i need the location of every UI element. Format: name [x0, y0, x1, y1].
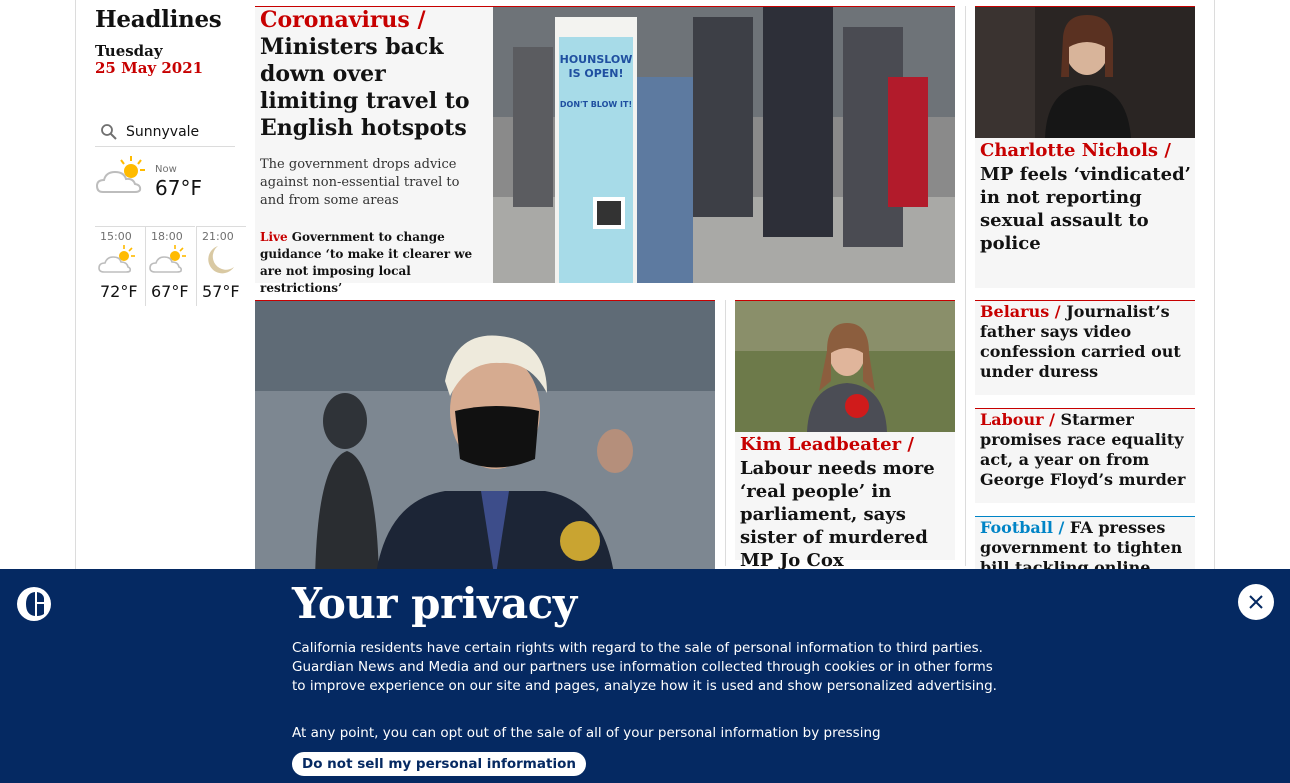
story-kicker[interactable]: Charlotte Nichols /: [980, 140, 1171, 161]
side-story-card[interactable]: Labour / Starmer promises race equality …: [975, 408, 1195, 503]
live-label: Live: [260, 230, 288, 244]
weather-now-label: Now: [155, 164, 177, 175]
story-headline[interactable]: MP feels ‘vindicated’ in not reporting s…: [980, 163, 1192, 255]
column-divider-2: [725, 300, 726, 566]
lead-live-link[interactable]: Live Government to change guidance ‘to m…: [260, 229, 488, 297]
forecast-item: 15:00 72°F: [95, 226, 145, 306]
side-story-kicker: Labour /: [980, 410, 1055, 429]
weather-now: Now 67°F: [95, 152, 235, 224]
rail-date: 25 May 2021: [95, 59, 204, 77]
story-kicker[interactable]: Kim Leadbeater /: [740, 434, 914, 455]
side-story-card[interactable]: Belarus / Journalist’s father says video…: [975, 300, 1195, 395]
story-headline[interactable]: Labour needs more ‘real people’ in parli…: [740, 457, 952, 572]
forecast-temp: 72°F: [100, 282, 138, 301]
column-divider: [965, 6, 966, 566]
privacy-title: Your privacy: [292, 579, 577, 628]
close-button[interactable]: [1238, 584, 1274, 620]
lead-standfirst: The government drops advice against non-…: [260, 157, 460, 208]
story-image[interactable]: [975, 7, 1195, 138]
partly-cloudy-icon: [95, 156, 145, 193]
close-icon: [1249, 595, 1263, 609]
partly-sunny-icon: [98, 245, 135, 273]
weather-now-temp: 67°F: [155, 176, 202, 200]
side-story-kicker: Belarus /: [980, 302, 1061, 321]
forecast-time: 15:00: [100, 230, 132, 243]
weather-location-text: Sunnyvale: [126, 123, 200, 140]
forecast-time: 21:00: [202, 230, 234, 243]
partly-sunny-icon: [149, 245, 186, 273]
moon-icon: [208, 246, 234, 274]
rail-day: Tuesday: [95, 42, 163, 60]
weather-location-search[interactable]: Sunnyvale: [95, 117, 235, 147]
forecast-temp: 57°F: [202, 282, 240, 301]
guardian-logo-icon: [17, 587, 51, 621]
lead-image[interactable]: HOUNSLOW IS OPEN! DON'T BLOW IT!: [493, 7, 955, 283]
section-title: Headlines: [95, 6, 222, 33]
sign-line-1: HOUNSLOW: [560, 53, 633, 66]
side-story-text[interactable]: Belarus / Journalist’s father says video…: [980, 302, 1192, 382]
forecast-temp: 67°F: [151, 282, 189, 301]
lead-kicker[interactable]: Coronavirus /: [260, 7, 426, 33]
story-image[interactable]: [735, 301, 955, 432]
privacy-body: California residents have certain rights…: [292, 640, 997, 694]
story-image-large[interactable]: [255, 300, 715, 580]
sign-line-3: DON'T BLOW IT!: [560, 100, 632, 109]
forecast-time: 18:00: [151, 230, 183, 243]
privacy-banner: Your privacy California residents have c…: [0, 569, 1290, 783]
privacy-optout-text: At any point, you can opt out of the sal…: [292, 725, 881, 741]
forecast-item: 21:00 57°F: [196, 226, 246, 306]
sign-line-2: IS OPEN!: [569, 67, 624, 80]
side-story-kicker: Football /: [980, 518, 1065, 537]
forecast-item: 18:00 67°F: [145, 226, 195, 306]
lead-headline[interactable]: Ministers back down over limiting travel…: [260, 34, 485, 142]
side-story-text[interactable]: Labour / Starmer promises race equality …: [980, 410, 1192, 490]
side-story-card[interactable]: Football / FA presses government to tigh…: [975, 516, 1195, 597]
do-not-sell-button[interactable]: Do not sell my personal information: [292, 752, 586, 776]
live-text: Government to change guidance ‘to make i…: [260, 230, 473, 295]
search-icon: [101, 123, 117, 140]
